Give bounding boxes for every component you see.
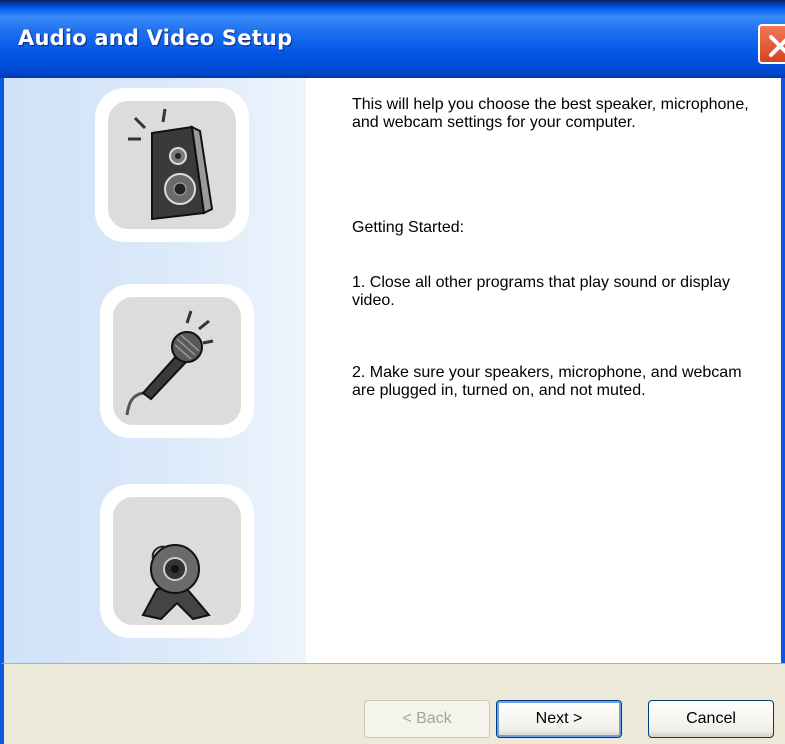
step-1-text: 1. Close all other programs that play so… (352, 274, 730, 309)
title-bar[interactable]: Audio and Video Setup (0, 0, 785, 78)
step-2-text: 2. Make sure your speakers, microphone, … (352, 364, 742, 399)
illustration-panel (0, 78, 306, 663)
microphone-tile (100, 284, 254, 438)
close-button[interactable] (758, 24, 785, 64)
webcam-tile (100, 484, 254, 638)
back-button[interactable]: < Back (364, 700, 490, 738)
window-title: Audio and Video Setup (18, 26, 293, 50)
speaker-icon (128, 108, 214, 221)
speaker-tile (95, 88, 249, 242)
webcam-icon (141, 544, 211, 621)
next-button[interactable]: Next > (496, 700, 622, 738)
close-icon (769, 35, 785, 57)
instructions-panel: This will help you choose the best speak… (306, 78, 785, 663)
microphone-icon (125, 310, 214, 416)
intro-text: This will help you choose the best speak… (352, 96, 749, 131)
cancel-button[interactable]: Cancel (648, 700, 774, 738)
getting-started-heading: Getting Started: (352, 219, 465, 236)
